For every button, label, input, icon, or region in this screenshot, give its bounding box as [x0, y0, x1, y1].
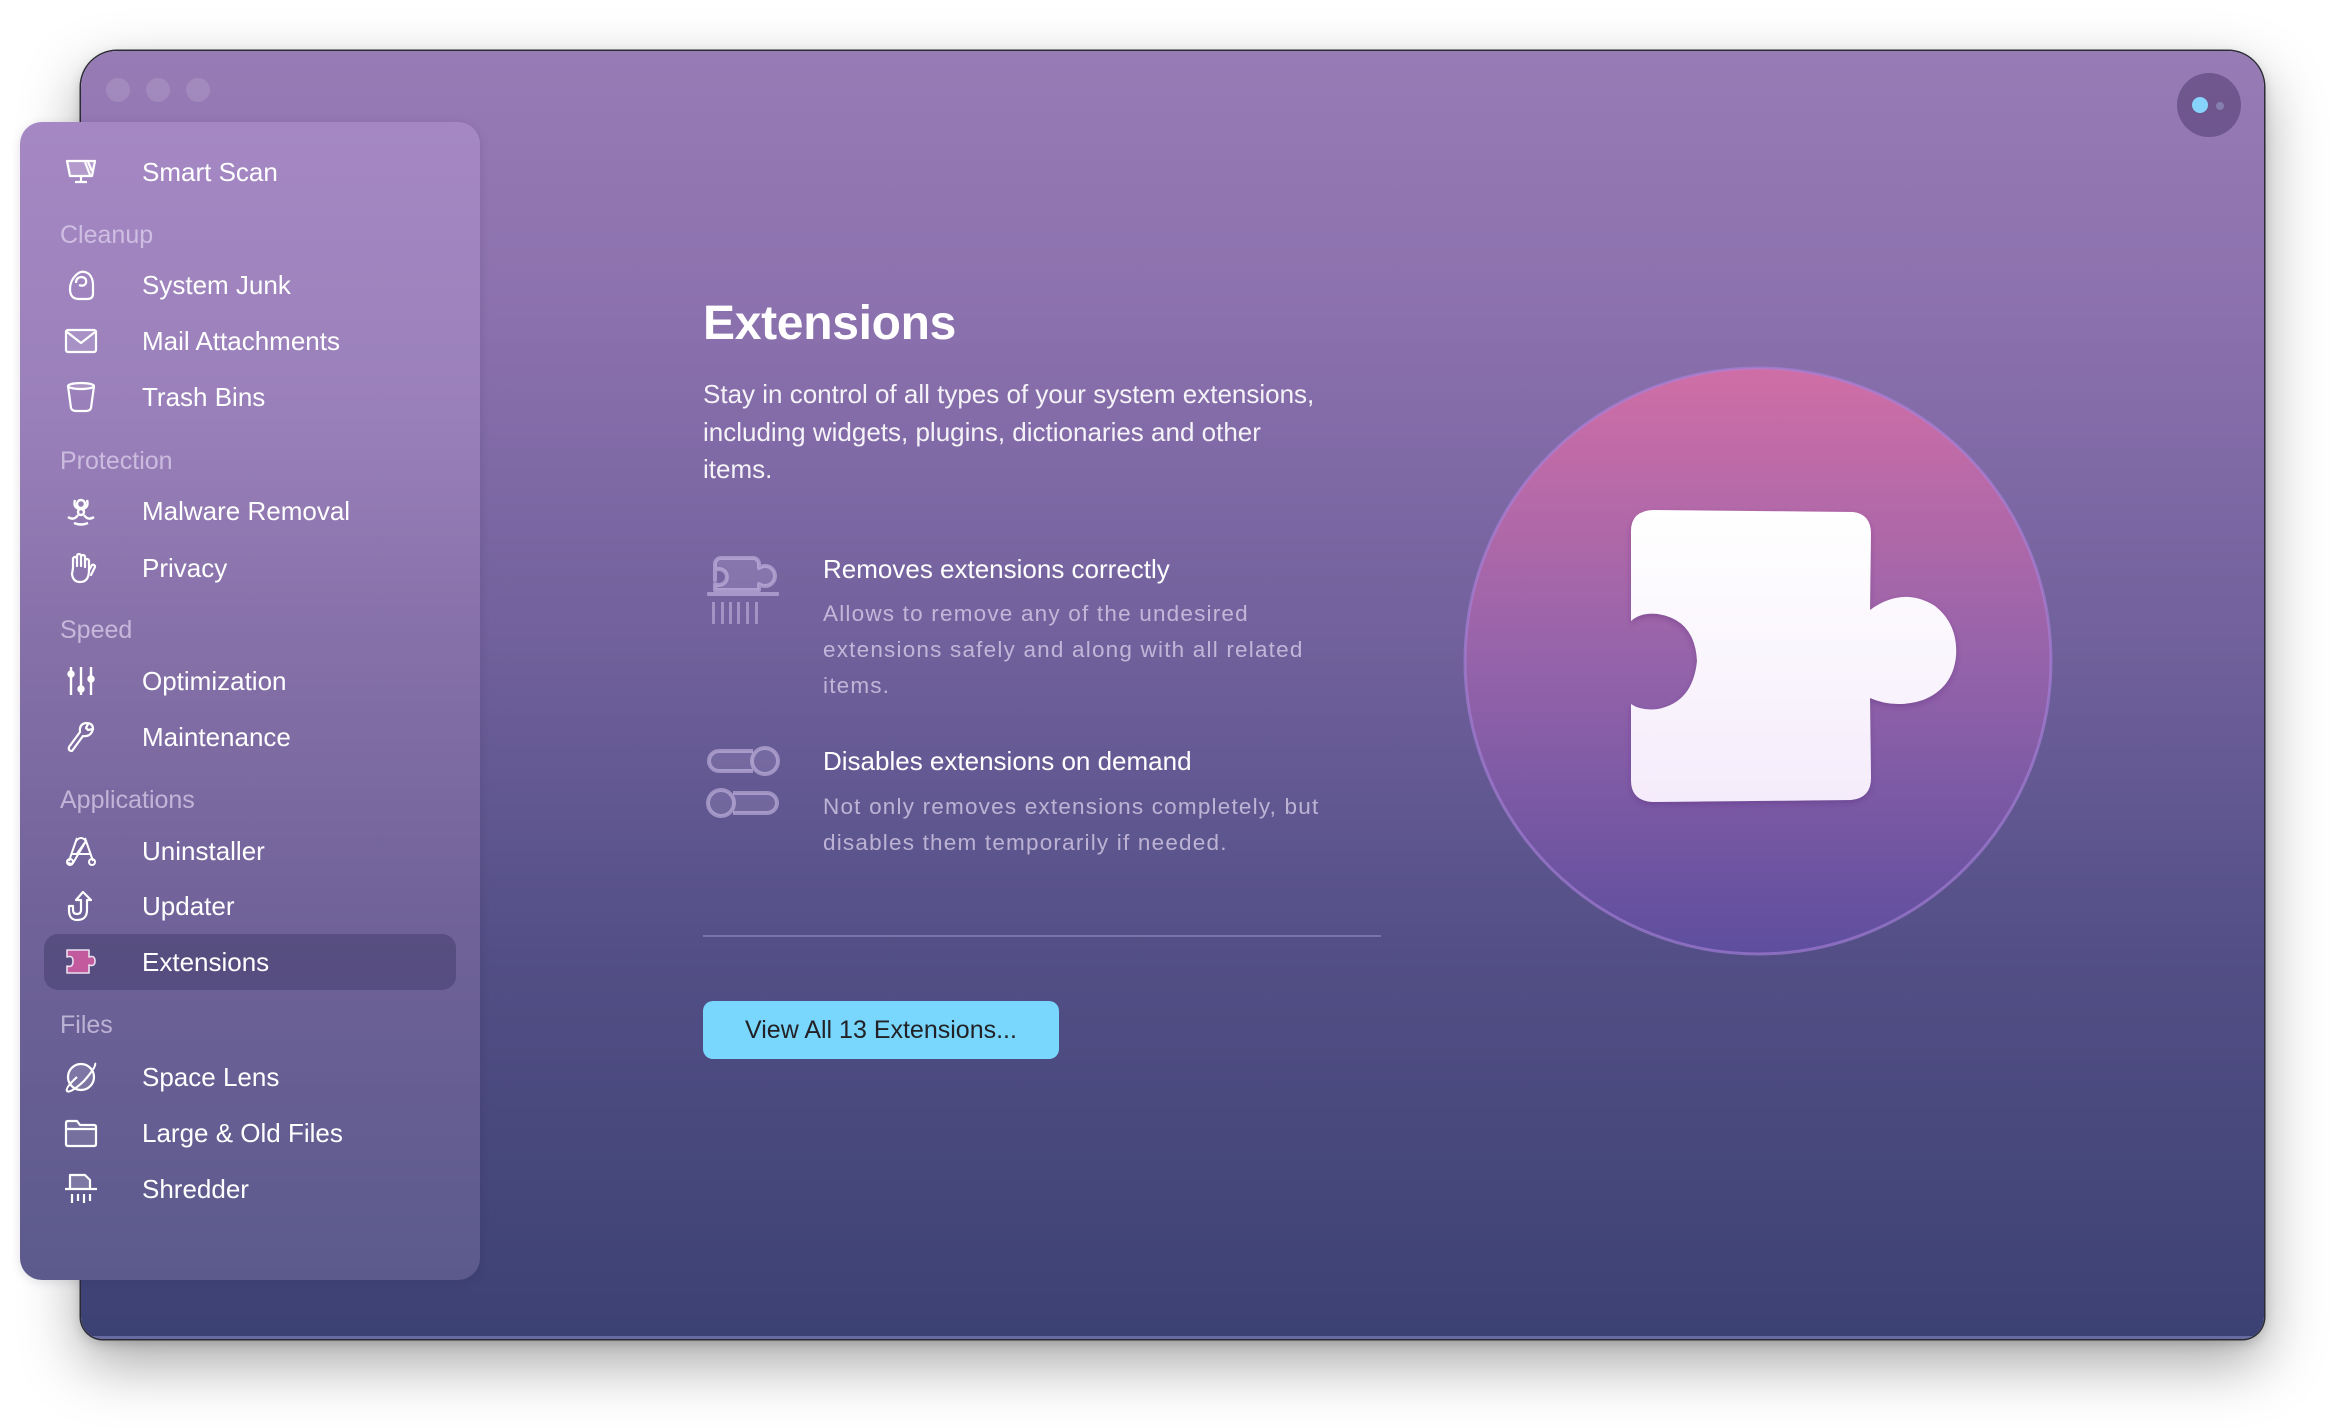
sidebar-item-label: System Junk [142, 270, 291, 300]
sidebar-item-system-junk[interactable]: System Junk [44, 257, 456, 313]
sidebar-item-label: Uninstaller [142, 836, 265, 866]
sidebar-section-header: Speed [60, 616, 133, 644]
sidebar-item-updater[interactable]: Updater [44, 878, 456, 934]
biohazard-icon [64, 495, 98, 527]
feature-description: Not only removes extensions completely, … [823, 789, 1319, 861]
feature-description-line: disables them temporarily if needed. [823, 830, 1228, 855]
sidebar-item-label: Optimization [142, 666, 287, 696]
sidebar-item-optimization[interactable]: Optimization [44, 653, 456, 709]
update-arrow-icon [64, 890, 98, 922]
sidebar-item-smart-scan[interactable]: Smart Scan [44, 144, 456, 200]
sidebar-item-space-lens[interactable]: Space Lens [44, 1049, 456, 1105]
sidebar-item-malware-removal[interactable]: Malware Removal [44, 483, 456, 539]
app-store-icon [64, 835, 98, 867]
sidebar-section-header: Applications [60, 786, 195, 814]
assistant-dots-icon [2192, 97, 2208, 113]
feature-description-line: Allows to remove any of the undesired [823, 601, 1249, 626]
sidebar-item-shredder[interactable]: Shredder [44, 1161, 456, 1217]
shredder-icon [64, 1173, 98, 1205]
view-all-extensions-button[interactable]: View All 13 Extensions... [703, 1001, 1059, 1059]
system-junk-icon [64, 269, 98, 301]
trash-bin-icon [64, 381, 98, 413]
sidebar-item-label: Trash Bins [142, 382, 266, 412]
sidebar-item-privacy[interactable]: Privacy [44, 540, 456, 596]
feature-title: Removes extensions correctly [823, 554, 1170, 584]
description-line: including widgets, plugins, dictionaries… [703, 416, 1261, 447]
assistant-button[interactable] [2177, 73, 2241, 137]
feature-description-line: items. [823, 673, 891, 698]
toggles-icon [705, 746, 781, 822]
sidebar-item-label: Shredder [142, 1174, 249, 1204]
sidebar-item-mail-attachments[interactable]: Mail Attachments [44, 313, 456, 369]
sidebar-item-label: Smart Scan [142, 157, 278, 187]
sidebar-item-maintenance[interactable]: Maintenance [44, 709, 456, 765]
feature-description-line: extensions safely and along with all rel… [823, 637, 1304, 662]
feature-title: Disables extensions on demand [823, 746, 1192, 776]
puzzle-shredder-icon [705, 552, 781, 628]
sidebar-section-header: Files [60, 1011, 113, 1039]
divider [703, 935, 1381, 937]
sidebar-item-label: Maintenance [142, 722, 291, 752]
page-description: Stay in control of all types of your sys… [703, 376, 1403, 489]
sidebar: Smart Scan Cleanup System Junk Mail Atta… [20, 122, 480, 1280]
envelope-icon [64, 325, 98, 357]
planet-icon [64, 1061, 98, 1093]
sidebar-item-large-old-files[interactable]: Large & Old Files [44, 1105, 456, 1161]
sidebar-item-extensions[interactable]: Extensions [44, 934, 456, 990]
sidebar-item-label: Extensions [142, 947, 270, 977]
zoom-window-button[interactable] [186, 78, 210, 102]
close-window-button[interactable] [106, 78, 130, 102]
folder-icon [64, 1117, 98, 1149]
sidebar-item-label: Privacy [142, 553, 228, 583]
hand-icon [64, 552, 98, 584]
wrench-icon [64, 721, 98, 753]
hero-illustration [1463, 366, 2053, 956]
sidebar-section-header: Protection [60, 447, 173, 475]
feature-description-line: Not only removes extensions completely, … [823, 794, 1320, 819]
puzzle-icon [64, 946, 98, 978]
description-line: items. [703, 454, 773, 484]
sidebar-item-label: Mail Attachments [142, 326, 340, 356]
feature-description: Allows to remove any of the undesired ex… [823, 596, 1304, 704]
hero-svg [1463, 366, 2053, 956]
sidebar-item-label: Malware Removal [142, 496, 351, 526]
sidebar-item-label: Space Lens [142, 1062, 280, 1092]
sidebar-section-header: Cleanup [60, 221, 154, 249]
page-title: Extensions [703, 297, 957, 350]
sidebar-item-label: Updater [142, 891, 235, 921]
minimize-window-button[interactable] [146, 78, 170, 102]
sliders-icon [64, 665, 98, 697]
assistant-dot-secondary [2216, 102, 2224, 110]
sidebar-item-uninstaller[interactable]: Uninstaller [44, 823, 456, 879]
sidebar-item-trash-bins[interactable]: Trash Bins [44, 369, 456, 425]
description-line: Stay in control of all types of your sys… [703, 379, 1315, 409]
monitor-icon [64, 156, 98, 188]
sidebar-item-label: Large & Old Files [142, 1118, 343, 1148]
